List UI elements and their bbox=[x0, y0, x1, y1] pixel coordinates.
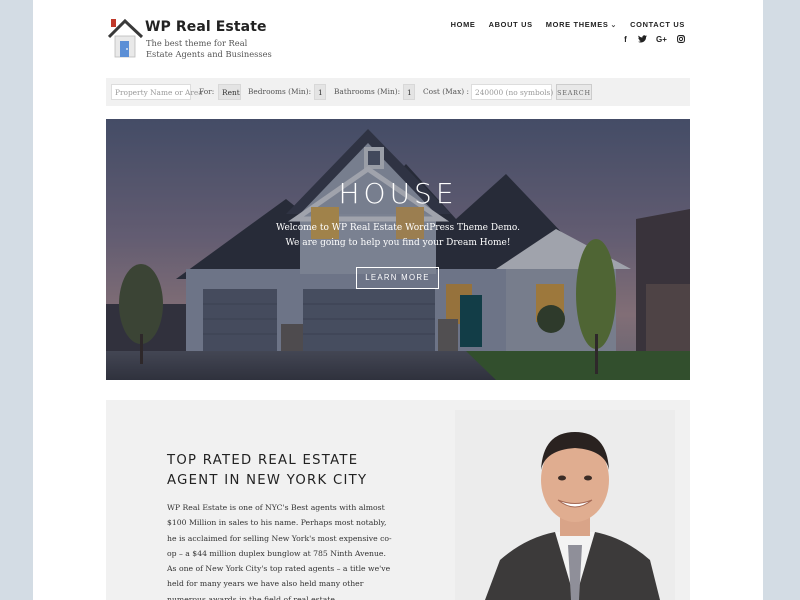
for-select[interactable]: Rent bbox=[218, 84, 241, 100]
site-tagline: The best theme for Real Estate Agents an… bbox=[146, 38, 272, 59]
bedrooms-label: Bedrooms (Min): bbox=[248, 87, 312, 96]
facebook-icon[interactable]: f bbox=[621, 35, 630, 45]
hero-house-image bbox=[106, 119, 690, 380]
main-nav: HOME ABOUT US MORE THEMES ⌄ CONTACT US bbox=[451, 20, 685, 29]
nav-contact-us[interactable]: CONTACT US bbox=[630, 20, 685, 29]
twitter-icon[interactable] bbox=[638, 35, 647, 45]
bathrooms-select[interactable]: 1 bbox=[403, 84, 415, 100]
cost-input[interactable]: 240000 (no symbols) bbox=[471, 84, 553, 100]
hero-banner: HOUSE Welcome to WP Real Estate WordPres… bbox=[106, 119, 690, 380]
nav-about-us[interactable]: ABOUT US bbox=[489, 20, 533, 29]
hero-subtitle-line2: We are going to help you find your Dream… bbox=[285, 238, 511, 248]
about-agent-section: TOP RATED REAL ESTATE AGENT IN NEW YORK … bbox=[106, 400, 690, 600]
nav-home[interactable]: HOME bbox=[451, 20, 476, 29]
page: WP Real Estate The best theme for Real E… bbox=[33, 0, 763, 600]
nav-more-themes[interactable]: MORE THEMES ⌄ bbox=[546, 20, 617, 29]
search-button[interactable]: SEARCH bbox=[556, 84, 592, 100]
nav-more-themes-label: MORE THEMES bbox=[545, 20, 609, 29]
instagram-icon[interactable] bbox=[676, 35, 685, 45]
chevron-down-icon: ⌄ bbox=[610, 22, 618, 29]
hero-title: HOUSE bbox=[338, 177, 458, 210]
about-heading: TOP RATED REAL ESTATE AGENT IN NEW YORK … bbox=[167, 453, 368, 488]
bedrooms-select[interactable]: 1 bbox=[314, 84, 326, 100]
google-plus-icon[interactable]: G+ bbox=[655, 35, 668, 45]
site-title: WP Real Estate bbox=[145, 19, 267, 35]
property-search-bar: Property Name or Area For: Rent Bedrooms… bbox=[106, 78, 690, 106]
social-links: f G+ bbox=[621, 35, 685, 45]
about-body-text: WP Real Estate is one of NYC's Best agen… bbox=[167, 503, 392, 600]
house-logo-icon bbox=[108, 18, 144, 58]
bathrooms-label: Bathrooms (Min): bbox=[334, 87, 401, 96]
agent-photo bbox=[455, 410, 675, 600]
hero-subtitle-line1: Welcome to WP Real Estate WordPress Them… bbox=[275, 223, 521, 233]
learn-more-button[interactable]: LEARN MORE bbox=[356, 267, 439, 289]
cost-label: Cost (Max) : bbox=[423, 87, 469, 96]
property-name-input[interactable]: Property Name or Area bbox=[111, 84, 203, 100]
site-logo[interactable]: WP Real Estate The best theme for Real E… bbox=[108, 16, 288, 64]
for-label: For: bbox=[199, 87, 215, 96]
